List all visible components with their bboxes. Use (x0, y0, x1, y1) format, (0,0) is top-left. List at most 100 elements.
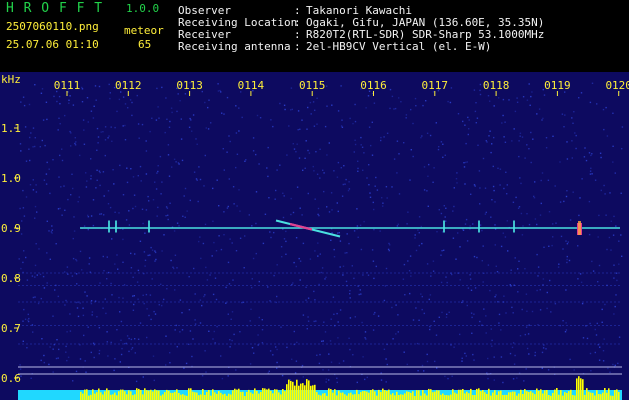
noise-dot (233, 333, 235, 336)
noise-dot (57, 295, 59, 298)
noise-dot (122, 261, 124, 263)
noise-dot (134, 253, 136, 255)
noise-dot (610, 220, 612, 222)
noise-dot (159, 155, 162, 158)
noise-dot (590, 167, 592, 169)
noise-dot (189, 199, 191, 202)
noise-dot (357, 160, 359, 162)
noise-dot (440, 212, 443, 215)
noise-dot (482, 157, 485, 160)
noise-dot (24, 318, 27, 320)
level-bar (142, 394, 144, 400)
noise-dot (340, 125, 343, 127)
noise-dot (34, 84, 36, 86)
noise-dot (61, 148, 63, 150)
noise-dot (345, 178, 347, 181)
noise-dot (126, 167, 128, 169)
noise-dot (85, 186, 88, 188)
noise-dot (57, 129, 59, 131)
noise-dot (228, 283, 231, 285)
level-bar (502, 395, 504, 400)
noise-dot (534, 181, 536, 183)
noise-dot (468, 119, 470, 121)
noise-dot (369, 192, 371, 194)
level-bar (234, 388, 236, 400)
noise-dot (329, 340, 332, 342)
noise-dot (416, 342, 419, 345)
noise-dot (59, 207, 61, 210)
noise-dot (344, 183, 346, 185)
noise-dot (34, 145, 36, 148)
noise-dot (178, 225, 180, 227)
noise-dot (316, 173, 319, 175)
noise-dot (280, 326, 282, 328)
noise-dot (502, 98, 505, 101)
noise-dot (398, 153, 400, 155)
noise-dot (223, 211, 225, 213)
noise-dot (218, 235, 220, 237)
noise-dot (267, 175, 269, 178)
level-bar (372, 389, 374, 400)
level-bar (236, 389, 238, 400)
noise-dot (476, 117, 479, 119)
noise-dot (326, 85, 328, 87)
time-tick-label: 0119 (544, 79, 571, 92)
noise-dot (602, 350, 605, 352)
noise-dot (96, 127, 99, 130)
noise-dot (166, 207, 169, 209)
level-bar (544, 390, 546, 400)
noise-dot (137, 175, 139, 177)
noise-dot (154, 250, 156, 252)
noise-dot (318, 283, 320, 286)
noise-dot (90, 158, 92, 160)
noise-dot (421, 295, 423, 298)
noise-dot (49, 346, 51, 348)
noise-dot (131, 114, 133, 117)
noise-dot (24, 126, 27, 128)
noise-dot (46, 220, 48, 222)
noise-dot (104, 298, 106, 300)
level-bar (292, 381, 294, 400)
noise-dot (23, 215, 26, 217)
level-bar (388, 389, 390, 400)
noise-dot (389, 88, 392, 91)
noise-dot (336, 312, 338, 315)
noise-dot (589, 170, 592, 172)
noise-dot (232, 279, 234, 281)
noise-dot (67, 356, 70, 358)
level-bar (612, 395, 614, 400)
noise-dot (572, 191, 574, 193)
noise-dot (537, 275, 539, 277)
level-bar (430, 389, 432, 400)
noise-dot (590, 154, 592, 157)
noise-dot (530, 131, 532, 134)
level-bar (368, 392, 370, 400)
noise-dot (97, 136, 100, 138)
level-bar (138, 388, 140, 400)
noise-dot (309, 258, 312, 260)
noise-dot (79, 154, 81, 157)
noise-dot (229, 238, 231, 240)
noise-dot (450, 87, 453, 89)
noise-dot (499, 168, 502, 170)
noise-dot (432, 270, 435, 272)
noise-dot (365, 107, 367, 109)
level-bar (270, 390, 272, 400)
noise-dot (503, 187, 505, 190)
noise-dot (597, 281, 599, 283)
noise-dot (199, 178, 202, 181)
noise-dot (393, 158, 396, 160)
noise-dot (46, 252, 48, 254)
noise-dot (440, 141, 443, 143)
noise-dot (577, 245, 579, 247)
noise-dot (216, 179, 218, 181)
noise-dot (394, 107, 397, 110)
noise-dot (462, 300, 464, 302)
noise-dot (147, 195, 149, 198)
noise-dot (204, 350, 206, 352)
noise-dot (32, 127, 35, 129)
noise-dot (487, 357, 489, 360)
info-value-antenna: 2el-HB9CV Vertical (el. E-W) (306, 40, 492, 53)
noise-dot (229, 339, 231, 341)
noise-dot (398, 97, 400, 99)
